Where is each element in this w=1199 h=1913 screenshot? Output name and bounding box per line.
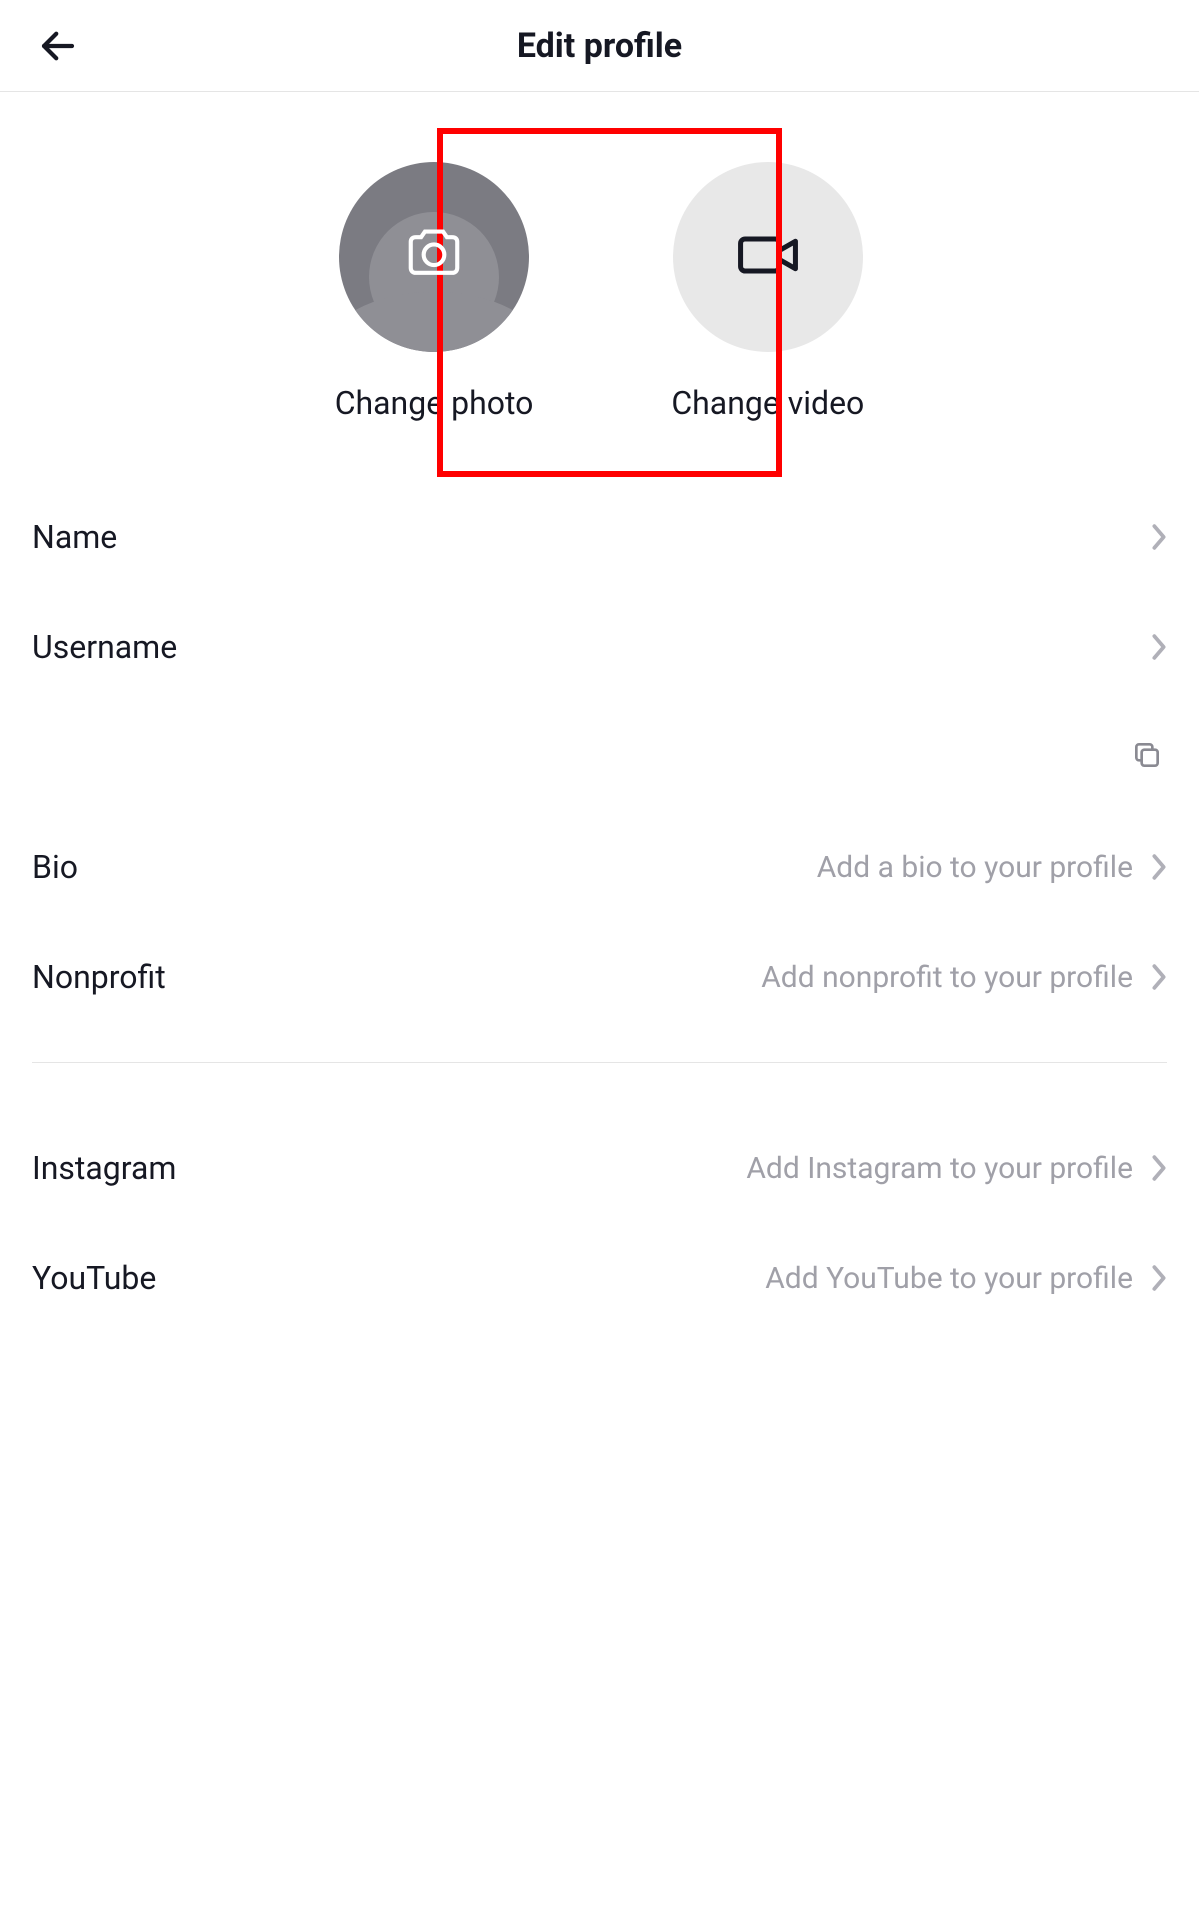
row-bio-label: Bio bbox=[32, 848, 78, 886]
row-username-label: Username bbox=[32, 628, 177, 666]
row-nonprofit-label: Nonprofit bbox=[32, 958, 166, 996]
chevron-right-icon bbox=[1151, 853, 1167, 881]
avatar-section: Change photo Change video bbox=[0, 92, 1199, 482]
section-divider bbox=[32, 1062, 1167, 1063]
row-bio[interactable]: Bio Add a bio to your profile bbox=[32, 812, 1167, 922]
chevron-right-icon bbox=[1151, 633, 1167, 661]
row-name[interactable]: Name bbox=[32, 482, 1167, 592]
back-button[interactable] bbox=[36, 24, 80, 68]
row-instagram-label: Instagram bbox=[32, 1149, 176, 1187]
row-youtube-placeholder: Add YouTube to your profile bbox=[765, 1261, 1133, 1296]
profile-photo-circle bbox=[339, 162, 529, 352]
profile-video-circle bbox=[673, 162, 863, 352]
row-youtube[interactable]: YouTube Add YouTube to your profile bbox=[32, 1223, 1167, 1333]
header: Edit profile bbox=[0, 0, 1199, 92]
copy-icon bbox=[1131, 739, 1163, 775]
row-nonprofit[interactable]: Nonprofit Add nonprofit to your profile bbox=[32, 922, 1167, 1032]
chevron-right-icon bbox=[1151, 1154, 1167, 1182]
settings-list: Name Username Bio bbox=[0, 482, 1199, 1333]
change-video-label: Change video bbox=[671, 384, 864, 422]
video-camera-icon bbox=[736, 232, 800, 282]
row-youtube-label: YouTube bbox=[32, 1259, 156, 1297]
change-video-block[interactable]: Change video bbox=[671, 162, 864, 422]
empty-space bbox=[0, 1333, 1199, 1893]
row-bio-placeholder: Add a bio to your profile bbox=[817, 850, 1133, 885]
row-name-label: Name bbox=[32, 518, 117, 556]
row-nonprofit-placeholder: Add nonprofit to your profile bbox=[761, 960, 1133, 995]
row-instagram-placeholder: Add Instagram to your profile bbox=[746, 1151, 1133, 1186]
camera-icon bbox=[403, 226, 465, 282]
page-title: Edit profile bbox=[517, 26, 682, 66]
row-username[interactable]: Username bbox=[32, 592, 1167, 702]
change-photo-label: Change photo bbox=[335, 384, 534, 422]
chevron-right-icon bbox=[1151, 1264, 1167, 1292]
row-instagram[interactable]: Instagram Add Instagram to your profile bbox=[32, 1113, 1167, 1223]
chevron-right-icon bbox=[1151, 523, 1167, 551]
change-photo-block[interactable]: Change photo bbox=[335, 162, 534, 422]
back-arrow-icon bbox=[37, 25, 79, 67]
chevron-right-icon bbox=[1151, 963, 1167, 991]
row-copy-link[interactable] bbox=[32, 702, 1167, 812]
